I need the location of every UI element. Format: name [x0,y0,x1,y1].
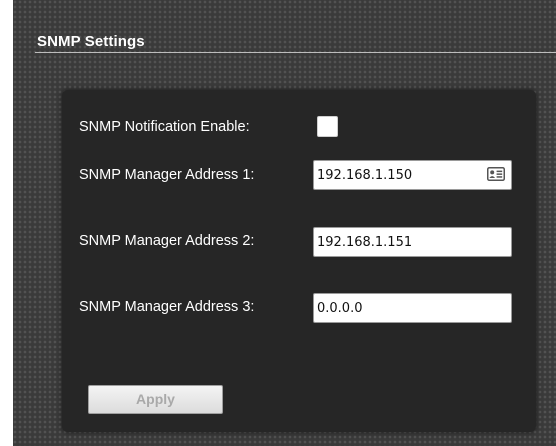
settings-panel [62,90,536,432]
notification-enable-checkbox[interactable] [317,116,338,137]
manager-address-3-input[interactable]: 0.0.0.0 [313,293,512,323]
manager-address-1-label: SNMP Manager Address 1: [79,167,255,183]
manager-address-3-label: SNMP Manager Address 3: [79,299,255,315]
notification-enable-label: SNMP Notification Enable: [79,119,250,135]
title-divider [35,52,556,53]
contact-card-icon[interactable] [487,167,505,181]
apply-button[interactable]: Apply [88,385,223,414]
page-frame: SNMP Settings SNMP Notification Enable: … [0,0,556,446]
section-title: SNMP Settings [37,33,145,50]
manager-address-2-input[interactable]: 192.168.1.151 [313,227,512,257]
manager-address-2-label: SNMP Manager Address 2: [79,233,255,249]
manager-address-1-input[interactable]: 192.168.1.150 [313,160,512,190]
